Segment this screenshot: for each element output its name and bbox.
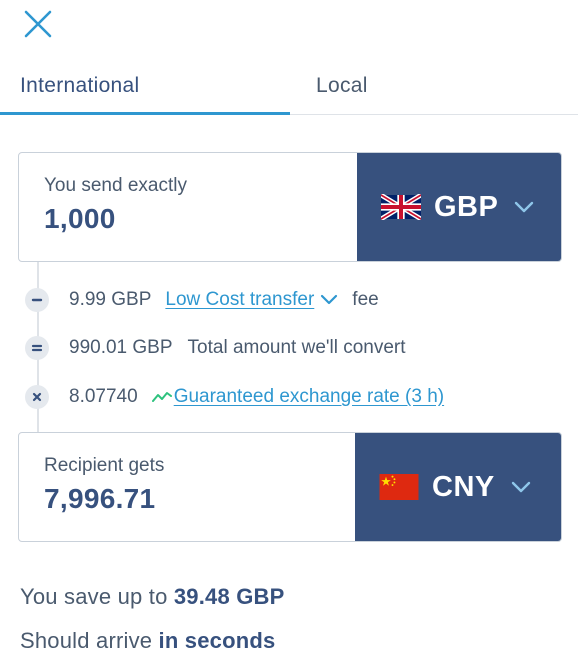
guaranteed-rate-link[interactable]: Guaranteed exchange rate (3 h) — [174, 386, 444, 408]
receive-currency-select[interactable]: CNY — [355, 433, 561, 541]
rate-row: 8.07740 Guaranteed exchange rate (3 h) — [25, 384, 444, 410]
send-label: You send exactly — [44, 175, 187, 196]
tab-bar: International Local — [0, 60, 578, 115]
receive-amount-input[interactable]: Recipient gets 7,996.71 — [19, 433, 359, 541]
fee-suffix: fee — [352, 289, 379, 310]
fee-type-select[interactable]: Low Cost transfer — [165, 289, 352, 311]
exchange-rate: 8.07740 — [69, 386, 138, 407]
convert-amount: 990.01 GBP — [69, 337, 173, 358]
active-tab-indicator — [0, 112, 290, 115]
receive-amount[interactable]: 7,996.71 — [44, 483, 359, 515]
fee-amount: 9.99 GBP — [69, 289, 152, 310]
uk-flag-icon — [381, 194, 421, 220]
receive-label: Recipient gets — [44, 455, 165, 476]
trend-icon — [151, 392, 172, 402]
send-currency-code: GBP — [434, 190, 499, 223]
receive-currency-code: CNY — [432, 470, 495, 503]
tab-local[interactable]: Local — [316, 74, 368, 98]
arrival-value: in seconds — [158, 628, 276, 653]
convert-row: 990.01 GBP Total amount we'll convert — [25, 335, 406, 361]
send-amount-input[interactable]: You send exactly 1,000 — [19, 153, 359, 261]
minus-icon — [25, 288, 49, 312]
convert-text: Total amount we'll convert — [187, 337, 406, 358]
close-icon — [24, 10, 52, 38]
close-button[interactable] — [22, 8, 54, 40]
arrival-text: Should arrive in seconds — [20, 628, 275, 654]
savings-amount: 39.48 GBP — [173, 584, 285, 609]
china-flag-icon — [379, 474, 419, 500]
send-currency-select[interactable]: GBP — [357, 153, 561, 261]
receive-amount-box: Recipient gets 7,996.71 CNY — [18, 432, 562, 542]
savings-text: You save up to 39.48 GBP — [20, 584, 285, 610]
send-amount[interactable]: 1,000 — [44, 203, 359, 235]
tab-international[interactable]: International — [20, 74, 139, 98]
arrival-prefix: Should arrive — [20, 628, 153, 653]
equals-icon — [25, 336, 49, 360]
chevron-down-icon[interactable] — [320, 294, 338, 306]
fee-type-link[interactable]: Low Cost transfer — [165, 289, 314, 311]
send-amount-box: You send exactly 1,000 GBP — [18, 152, 562, 262]
chevron-down-icon — [515, 201, 534, 213]
fee-row: 9.99 GBP Low Cost transfer fee — [25, 287, 379, 313]
chevron-down-icon — [511, 481, 530, 493]
savings-prefix: You save up to — [20, 584, 168, 609]
multiply-icon — [25, 385, 49, 409]
